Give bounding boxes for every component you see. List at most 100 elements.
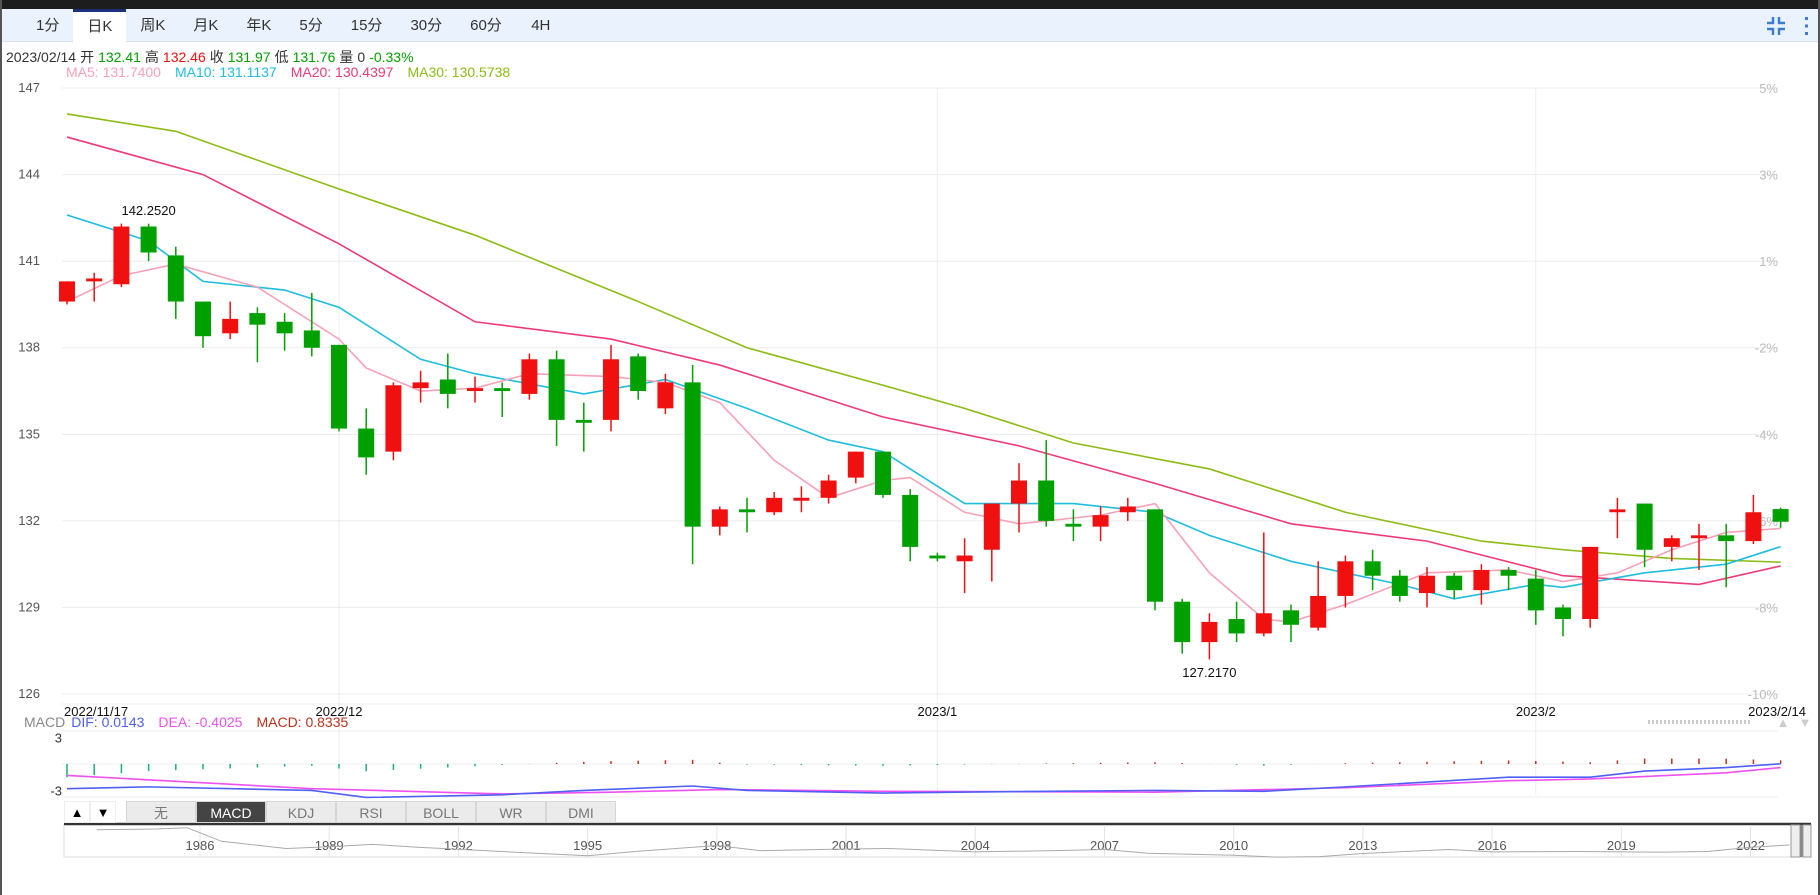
kline-chart[interactable]: 147144141138135132129126 5%3%1%-2%-4%-6%… (0, 0, 1820, 895)
candle-body (1446, 575, 1463, 591)
navigator-right-handle[interactable] (1802, 824, 1812, 858)
candle-body (1119, 506, 1136, 513)
candle-up (1337, 555, 1354, 608)
candle-up (1609, 497, 1626, 539)
navigator-year-label: 2010 (1219, 838, 1248, 853)
navigator-year-label: 2016 (1478, 838, 1507, 853)
candle-body (1283, 610, 1299, 625)
candle-down (548, 350, 565, 446)
percent-tick: -10% (1748, 687, 1779, 702)
candle-down (331, 344, 347, 432)
candle-body (303, 330, 320, 348)
navigator-year-label: 2022 (1736, 838, 1765, 853)
candle-body (1201, 621, 1218, 643)
candle-up (412, 370, 429, 403)
navigator-year-label: 2004 (961, 838, 990, 853)
indicator-none[interactable]: 无 (126, 801, 196, 823)
pane-down-button[interactable]: ▼ (90, 801, 116, 823)
indicator-boll[interactable]: BOLL (406, 801, 476, 823)
percent-tick: -2% (1755, 341, 1779, 356)
candle-down (140, 223, 157, 262)
candle-up (1201, 613, 1218, 660)
indicator-dmi[interactable]: DMI (546, 801, 616, 823)
price-tick: 126 (18, 686, 40, 701)
candle-body (1310, 595, 1327, 628)
candle-down (249, 307, 266, 363)
candle-up (1745, 494, 1762, 544)
candle-down (1065, 509, 1082, 542)
candle-body (249, 313, 266, 325)
price-tick: 147 (18, 80, 40, 95)
candle-body (167, 255, 184, 302)
navigator-year-label: 2019 (1607, 838, 1636, 853)
candle-body (86, 278, 103, 282)
candle-down (902, 489, 919, 562)
price-grid (62, 87, 1778, 795)
candle-down (439, 353, 456, 409)
candle-body (1663, 538, 1680, 547)
candle-up (521, 353, 538, 400)
candle-body (575, 419, 592, 423)
candle-up (467, 376, 483, 403)
candle-body (847, 451, 864, 478)
candle-body (439, 379, 456, 394)
candle-up (603, 344, 619, 432)
candle-body (1011, 480, 1027, 504)
indicator-rsi[interactable]: RSI (336, 801, 406, 823)
dea-line (66, 766, 1781, 795)
candle-down (1038, 440, 1055, 527)
candle-body (1527, 578, 1544, 611)
candle-down (1174, 598, 1191, 654)
pane-up-button[interactable]: ▲ (64, 801, 90, 823)
candle-down (1500, 567, 1517, 591)
navigator[interactable]: 1986 1989 1992 1995 1998 2001 2004 2007 2010 2013… (63, 822, 1812, 858)
candle-body (140, 226, 157, 253)
candle-up (1255, 532, 1272, 637)
percent-tick: -4% (1755, 427, 1779, 442)
candle-up (766, 492, 783, 516)
scroll-down-icon: ▼ (1799, 715, 1812, 730)
navigator-year-label: 1995 (573, 838, 602, 853)
candle-body (1391, 575, 1408, 596)
candle-body (603, 359, 619, 420)
price-tick: 129 (18, 599, 40, 614)
price-tick: 141 (18, 253, 40, 268)
candle-down (494, 382, 511, 418)
price-tick: 132 (18, 513, 40, 528)
candle-up (956, 538, 973, 594)
candle-body (548, 359, 565, 420)
macd-legend: MACD DIF: 0.0143 DEA: -0.4025 MACD: 0.8335 (24, 714, 362, 730)
candle-body (1691, 535, 1707, 539)
candle-body (222, 318, 239, 334)
candle-down (276, 313, 293, 351)
candle-body (1555, 607, 1571, 620)
candle-body (1772, 509, 1789, 522)
price-tick: 135 (18, 426, 40, 441)
candle-body (1473, 569, 1490, 591)
candle-up (793, 486, 810, 513)
macd-tick: -3 (50, 783, 62, 798)
candle-body (983, 503, 1000, 550)
dea-value: DEA: -0.4025 (158, 714, 243, 730)
navigator-left-handle[interactable] (1790, 824, 1801, 858)
candle-body (1038, 480, 1055, 521)
indicator-kdj[interactable]: KDJ (266, 801, 336, 823)
indicator-wr[interactable]: WR (476, 801, 546, 823)
dif-value: DIF: 0.0143 (71, 714, 145, 730)
indicator-macd[interactable]: MACD (196, 801, 266, 823)
candle-body (1419, 575, 1435, 594)
candle-body (1092, 515, 1109, 527)
candle-body (1500, 569, 1517, 576)
candle-body (956, 555, 973, 562)
candle-body (684, 382, 701, 527)
percent-tick: 3% (1759, 168, 1778, 183)
ma-lines (66, 113, 1781, 623)
candle-body (276, 321, 293, 334)
candle-up (59, 281, 75, 305)
candle-body (331, 344, 347, 429)
candle-down (929, 552, 946, 562)
candle-body (358, 428, 375, 458)
low-price-label: 127.2170 (1182, 665, 1236, 680)
candle-down (684, 365, 701, 565)
macd-value: MACD: 0.8335 (256, 714, 349, 730)
